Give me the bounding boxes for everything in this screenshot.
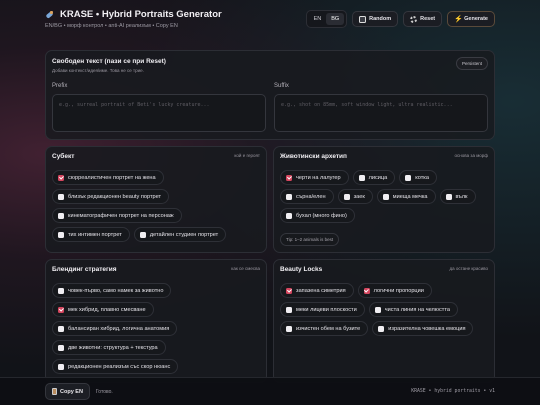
blend-title: Блендинг стратегия [52, 266, 117, 273]
checkbox[interactable] [445, 193, 452, 200]
subject-options: сюрреалистичен портрет на жена близък ре… [52, 170, 260, 242]
checkbox[interactable] [58, 344, 64, 351]
beauty-option[interactable]: запазена симетрия [280, 283, 354, 298]
checkbox[interactable] [358, 174, 365, 181]
app-title: KRASE • Hybrid Portraits Generator [60, 9, 222, 20]
blend-option[interactable]: редакционен реализъм със скор нюанс [52, 359, 179, 374]
copy-label: Copy EN [60, 388, 83, 395]
random-label: Random [369, 16, 392, 22]
status-text: Готово. [95, 388, 113, 395]
checkbox[interactable] [382, 193, 389, 200]
checkbox[interactable] [58, 212, 64, 219]
beauty-option[interactable]: изразителна човешка емоция [372, 321, 474, 336]
prefix-label: Prefix [52, 83, 68, 89]
animal-card: Животински архетип основа за морф черти … [273, 146, 495, 253]
subject-option[interactable]: близък редакционен beauty портрет [52, 189, 170, 204]
checkbox[interactable] [378, 325, 385, 332]
beauty-option[interactable]: чиста линия на челюстта [368, 302, 458, 317]
header-controls: EN BG Random Reset Generate [305, 10, 495, 28]
free-text-note: Добави контекст/идея/име. Това не се три… [52, 68, 144, 73]
animal-option[interactable]: миеща мечка [376, 189, 436, 204]
random-button[interactable]: Random [352, 11, 399, 27]
checkbox[interactable] [363, 287, 370, 294]
checkbox[interactable] [139, 231, 146, 238]
checkbox[interactable] [374, 306, 381, 313]
language-switch: EN BG [305, 10, 348, 28]
subject-card: Субект кой е героят сюрреалистичен портр… [45, 146, 267, 253]
beauty-option[interactable]: логични пропорции [357, 283, 432, 298]
animal-option[interactable]: черти на лалугер [280, 170, 349, 185]
animal-option[interactable]: вълк [439, 189, 476, 204]
animal-options: черти на лалугер лисица котка сърна/елен… [280, 170, 488, 223]
subject-note: кой е героят [234, 153, 260, 158]
checkbox[interactable] [286, 287, 292, 294]
animal-tip: Tip: 1–2 animals is best [280, 233, 340, 246]
dice-icon [359, 15, 367, 23]
checkbox[interactable] [286, 193, 292, 200]
animal-note: основа за морф [454, 153, 488, 158]
checkbox[interactable] [286, 174, 292, 181]
dna-icon [45, 10, 55, 20]
checkbox[interactable] [58, 325, 64, 332]
generate-button[interactable]: Generate [447, 11, 495, 27]
lang-en-button[interactable]: EN [309, 13, 327, 25]
beauty-options: запазена симетрия логични пропорции меки… [280, 283, 488, 336]
free-text-title: Свободен текст (пази се при Reset) [52, 58, 166, 65]
checkbox[interactable] [58, 231, 64, 238]
lightning-icon [454, 16, 461, 23]
checkbox[interactable] [286, 325, 292, 332]
beauty-card: Beauty Locks да остане красиво запазена … [273, 259, 495, 383]
animal-option[interactable]: бухал (много фино) [280, 208, 355, 223]
blend-option[interactable]: две животни: структура + текстура [52, 340, 166, 355]
blend-options: човек-първо, само намек за животно мек х… [52, 283, 260, 374]
clipboard-icon [52, 388, 57, 395]
subject-option[interactable]: сюрреалистичен портрет на жена [52, 170, 164, 185]
subject-option[interactable]: детайлен студиен портрет [133, 227, 227, 242]
checkbox[interactable] [286, 306, 292, 313]
persistent-badge: Persistent [455, 57, 488, 70]
checkbox[interactable] [343, 193, 350, 200]
suffix-input[interactable]: e.g., shot on 85mm, soft window light, u… [274, 94, 488, 132]
beauty-option[interactable]: меки лицеви плоскости [280, 302, 365, 317]
checkbox[interactable] [58, 287, 64, 294]
blend-option[interactable]: човек-първо, само намек за животно [52, 283, 172, 298]
checkbox[interactable] [58, 193, 64, 200]
subject-option[interactable]: кинематографичен портрет на персонаж [52, 208, 182, 223]
beauty-option[interactable]: изчистен обем на бузите [280, 321, 369, 336]
reset-button[interactable]: Reset [403, 11, 443, 27]
gear-icon [410, 15, 418, 23]
animal-title: Животински архетип [280, 153, 347, 160]
animal-option[interactable]: заек [337, 189, 373, 204]
beauty-title: Beauty Locks [280, 266, 323, 273]
reset-label: Reset [420, 16, 436, 22]
generate-label: Generate [464, 16, 488, 22]
checkbox[interactable] [286, 212, 292, 219]
subject-title: Субект [52, 153, 75, 160]
free-text-card: Свободен текст (пази се при Reset) Добав… [45, 50, 495, 140]
copy-en-button[interactable]: Copy EN [45, 383, 90, 400]
brand: KRASE • Hybrid Portraits Generator EN/BG… [45, 9, 222, 29]
checkbox[interactable] [405, 174, 412, 181]
animal-option[interactable]: сърна/елен [280, 189, 334, 204]
prefix-input[interactable]: e.g., surreal portrait of Beti's lucky c… [52, 94, 266, 132]
footer-credit: KRASE • hybrid portraits • v1 [411, 389, 495, 394]
animal-option[interactable]: котка [399, 170, 437, 185]
checkbox[interactable] [58, 363, 64, 370]
suffix-label: Suffix [274, 83, 289, 89]
footer-bar: Copy EN Готово. KRASE • hybrid portraits… [0, 377, 540, 405]
animal-option[interactable]: лисица [352, 170, 396, 185]
blend-card: Блендинг стратегия как се смесва човек-п… [45, 259, 267, 383]
blend-option[interactable]: мек хибрид, плавно смесване [52, 302, 154, 317]
beauty-note: да остане красиво [449, 266, 488, 271]
checkbox[interactable] [58, 174, 64, 181]
app-header: KRASE • Hybrid Portraits Generator EN/BG… [0, 0, 540, 38]
blend-note: как се смесва [231, 266, 260, 271]
subject-option[interactable]: тих интимен портрет [52, 227, 130, 242]
checkbox[interactable] [58, 306, 64, 313]
blend-option[interactable]: балансиран хибрид, логична анатомия [52, 321, 178, 336]
app-subtitle: EN/BG • морф контрол • anti-AI реализъм … [45, 23, 178, 29]
lang-bg-button[interactable]: BG [326, 13, 345, 25]
